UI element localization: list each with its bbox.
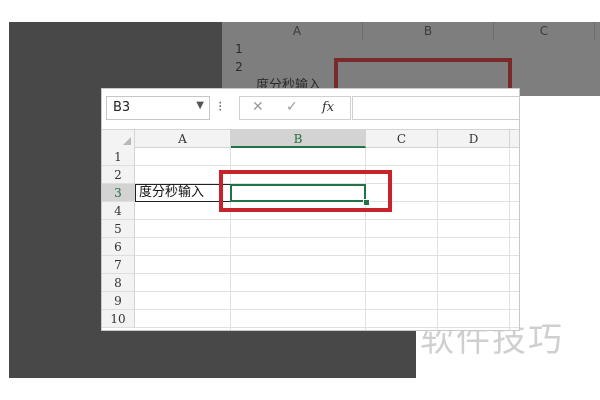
grid-line <box>135 219 519 220</box>
row-header-7[interactable]: 7 <box>102 256 135 274</box>
col-header-c[interactable]: C <box>366 130 438 148</box>
grid-line <box>135 165 519 166</box>
insert-function-button[interactable]: fx <box>322 100 334 115</box>
worksheet-grid: A B C D 1 2 3 4 5 6 7 8 9 10 <box>102 130 519 330</box>
row-header-5[interactable]: 5 <box>102 220 135 238</box>
row-header-1[interactable]: 1 <box>102 148 135 166</box>
grid-line <box>437 148 438 330</box>
bg-col-header-a: A <box>232 22 363 40</box>
row-header-10[interactable]: 10 <box>102 310 135 328</box>
grid-line <box>135 237 519 238</box>
select-all-button[interactable] <box>102 130 135 149</box>
row-header-9[interactable]: 9 <box>102 292 135 310</box>
bg-col-header-c: C <box>494 22 595 40</box>
grid-line <box>135 273 519 274</box>
bg-row-1: 1 <box>235 42 243 56</box>
check-icon[interactable]: ✓ <box>286 99 298 115</box>
bg-col-header-b: B <box>363 22 494 40</box>
grid-line <box>135 291 519 292</box>
col-header-b[interactable]: B <box>231 130 366 148</box>
name-box[interactable]: B3 ▼ <box>106 96 210 120</box>
formula-input[interactable] <box>352 96 519 120</box>
grid-line <box>135 309 519 310</box>
bg-row-2: 2 <box>235 60 243 74</box>
col-header-d[interactable]: D <box>438 130 510 148</box>
grid-line <box>135 327 519 328</box>
more-options-icon[interactable]: ⁝ <box>218 99 222 115</box>
row-header-2[interactable]: 2 <box>102 166 135 184</box>
row-header-4[interactable]: 4 <box>102 202 135 220</box>
close-icon[interactable]: ✕ <box>252 99 264 115</box>
highlight-box <box>219 170 392 212</box>
cell-a3[interactable]: 度分秒输入 <box>135 184 231 202</box>
grid-line <box>509 148 510 330</box>
chevron-down-icon[interactable]: ▼ <box>196 100 204 111</box>
col-header-a[interactable]: A <box>135 130 231 148</box>
row-header-8[interactable]: 8 <box>102 274 135 292</box>
row-header-6[interactable]: 6 <box>102 238 135 256</box>
col-header-e[interactable] <box>510 130 519 148</box>
grid-line <box>135 255 519 256</box>
row-header-3[interactable]: 3 <box>102 184 135 202</box>
name-box-value: B3 <box>113 100 131 115</box>
formula-buttons: ✕ ✓ fx <box>239 96 351 120</box>
formula-bar-area: B3 ▼ ⁝ ✕ ✓ fx <box>102 89 519 130</box>
